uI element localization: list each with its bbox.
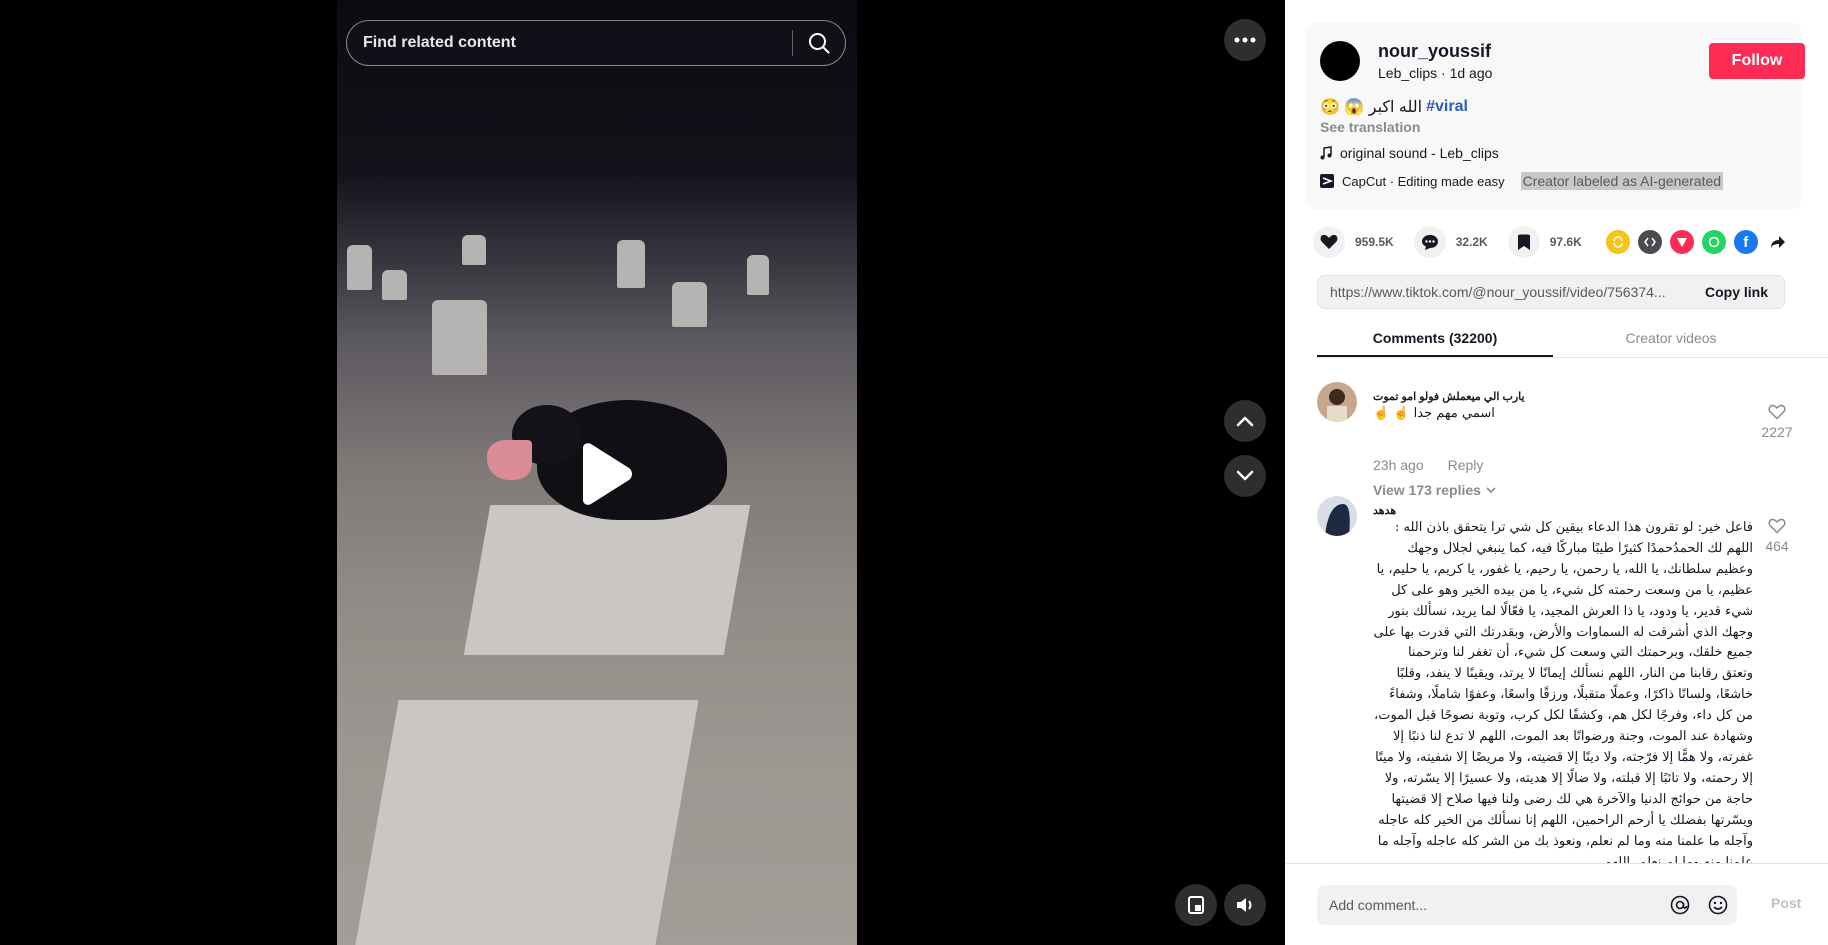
next-video-button[interactable]	[1224, 455, 1266, 497]
caption-text: الله اكبر 😱 😳	[1320, 99, 1423, 116]
like-count: 959.5K	[1355, 235, 1394, 249]
embed-icon[interactable]	[1637, 230, 1662, 254]
share-arrow-icon[interactable]	[1766, 230, 1790, 254]
commenter-avatar[interactable]	[1317, 496, 1357, 536]
floating-player-button[interactable]	[1175, 884, 1217, 926]
comment-text: اسمي مهم جدا ☝️ ☝️	[1373, 406, 1495, 421]
creator-avatar[interactable]	[1320, 41, 1360, 81]
comment-like-count: 2227	[1761, 424, 1793, 440]
creator-subline: Leb_clips · 1d ago	[1378, 65, 1493, 81]
speaker-icon	[1237, 898, 1252, 912]
comment-list: يارب الي ميعملش فولو امو تموت اسمي مهم ج…	[1285, 358, 1828, 864]
send-to-friends-icon[interactable]	[1669, 230, 1694, 254]
chevron-up-icon	[1236, 416, 1254, 427]
commenter-avatar[interactable]	[1317, 382, 1357, 422]
play-icon[interactable]	[575, 442, 635, 506]
detail-panel: nour_youssif Leb_clips · 1d ago Follow ا…	[1285, 0, 1828, 945]
panel-tabs: Comments (32200) Creator videos	[1317, 322, 1828, 358]
gravestone	[747, 255, 769, 295]
emoji-icon[interactable]	[1699, 895, 1737, 915]
hashtag-link[interactable]: #viral	[1426, 98, 1468, 116]
search-input[interactable]	[347, 34, 792, 52]
post-comment-button[interactable]: Post	[1771, 895, 1801, 911]
more-options-button[interactable]	[1224, 19, 1266, 61]
volume-button[interactable]	[1224, 884, 1266, 926]
comment-input[interactable]	[1317, 897, 1661, 913]
previous-video-button[interactable]	[1224, 400, 1266, 442]
grave-slab	[463, 505, 751, 655]
gravestone	[432, 300, 487, 375]
video-stage	[0, 0, 1285, 945]
comment-like-count: 464	[1765, 538, 1789, 554]
like-action[interactable]: 959.5K	[1313, 226, 1394, 258]
tab-comments[interactable]: Comments (32200)	[1317, 322, 1553, 357]
mention-icon[interactable]	[1661, 895, 1699, 915]
grave-slab	[355, 700, 699, 945]
gravestone	[617, 240, 645, 288]
share-link-url[interactable]: https://www.tiktok.com/@nour_youssif/vid…	[1318, 284, 1689, 300]
comment-item: هدهد فاعل خير: لو تقرون هذا الدعاء بيقين…	[1317, 496, 1797, 864]
save-count: 97.6K	[1549, 235, 1582, 249]
floating-player-icon	[1188, 896, 1204, 914]
comment-text: فاعل خير: لو تقرون هذا الدعاء بيقين كل ش…	[1373, 520, 1753, 864]
comment-time: 23h ago	[1373, 457, 1424, 473]
more-icon	[1234, 37, 1256, 43]
ai-generated-label: Creator labeled as AI-generated	[1520, 172, 1724, 190]
gravestone	[382, 270, 407, 300]
action-bar: 959.5K 32.2K 97.6K f	[1313, 226, 1803, 258]
search-bar[interactable]	[346, 20, 846, 66]
comment-input-bar	[1317, 885, 1737, 925]
gravestone	[347, 245, 372, 290]
commenter-name[interactable]: هدهد	[1373, 504, 1396, 517]
facebook-icon[interactable]: f	[1733, 230, 1758, 254]
see-translation-link[interactable]: See translation	[1320, 119, 1420, 135]
commenter-name[interactable]: يارب الي ميعملش فولو امو تموت	[1373, 390, 1525, 403]
tab-creator-videos[interactable]: Creator videos	[1553, 322, 1789, 357]
gravestone	[672, 282, 707, 327]
capcut-label[interactable]: CapCut · Editing made easy	[1342, 174, 1505, 189]
follow-button[interactable]: Follow	[1709, 43, 1805, 79]
repost-icon[interactable]	[1605, 230, 1630, 254]
chevron-down-icon	[1486, 487, 1496, 494]
search-icon[interactable]	[793, 21, 845, 65]
gravestone	[462, 235, 486, 265]
save-action[interactable]: 97.6K	[1507, 226, 1582, 258]
chevron-down-icon	[1236, 470, 1254, 481]
video-info-card: nour_youssif Leb_clips · 1d ago Follow ا…	[1305, 22, 1805, 210]
music-row[interactable]: original sound - Leb_clips	[1320, 145, 1499, 161]
share-link-box: https://www.tiktok.com/@nour_youssif/vid…	[1317, 275, 1785, 309]
comment-item: يارب الي ميعملش فولو امو تموت اسمي مهم ج…	[1317, 382, 1797, 498]
comment-like[interactable]: 2227	[1757, 404, 1797, 440]
copy-link-button[interactable]: Copy link	[1689, 284, 1784, 300]
bookmark-icon[interactable]	[1507, 226, 1540, 258]
share-icons: f	[1605, 230, 1790, 254]
comment-icon[interactable]	[1413, 226, 1446, 258]
capcut-row: CapCut · Editing made easy Creator label…	[1320, 172, 1724, 190]
creator-username[interactable]: nour_youssif	[1378, 41, 1491, 62]
crow-beak	[487, 440, 532, 480]
comment-action[interactable]: 32.2K	[1413, 226, 1488, 258]
music-note-icon	[1320, 146, 1332, 160]
heart-icon[interactable]	[1313, 226, 1345, 258]
heart-outline-icon[interactable]	[1768, 404, 1786, 420]
heart-outline-icon[interactable]	[1768, 518, 1786, 534]
comment-meta: 23h ago Reply	[1373, 457, 1483, 473]
video-caption: الله اكبر 😱 😳 #viral	[1320, 97, 1468, 117]
whatsapp-icon[interactable]	[1701, 230, 1726, 254]
reply-button[interactable]: Reply	[1448, 457, 1484, 473]
capcut-icon	[1320, 174, 1334, 188]
music-label: original sound - Leb_clips	[1340, 145, 1499, 161]
comment-count: 32.2K	[1455, 235, 1488, 249]
comment-like[interactable]: 464	[1757, 518, 1797, 554]
